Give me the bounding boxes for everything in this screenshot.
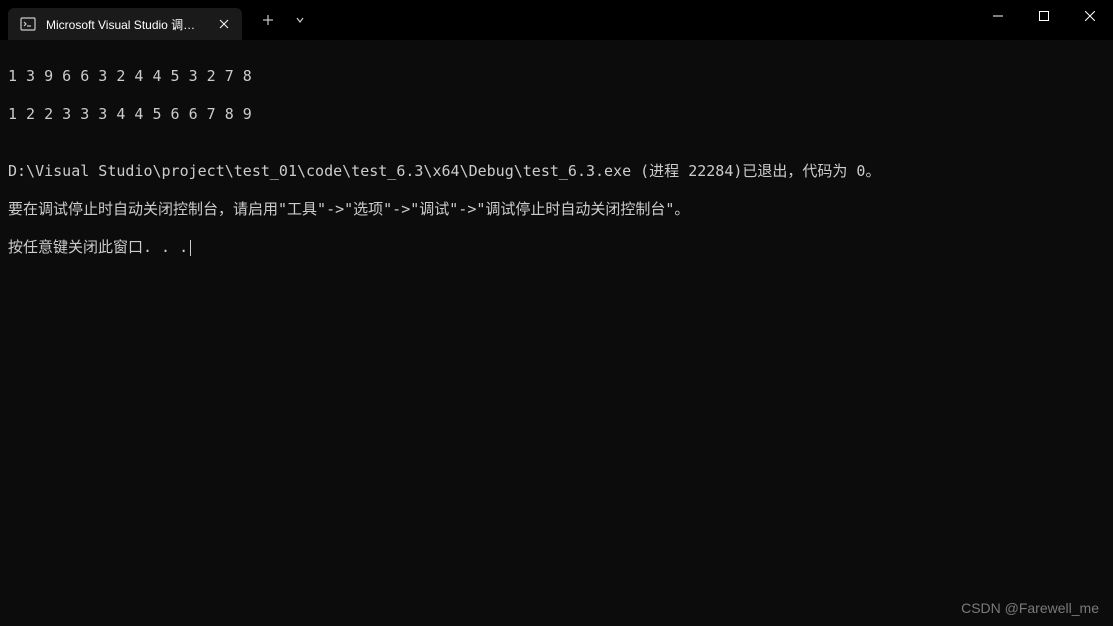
cursor-icon — [190, 240, 191, 256]
window-controls — [975, 0, 1113, 40]
tab-title: Microsoft Visual Studio 调试控 — [46, 16, 206, 33]
terminal-icon — [20, 16, 36, 32]
new-tab-button[interactable] — [254, 6, 282, 34]
exit-message: D:\Visual Studio\project\test_01\code\te… — [8, 162, 1105, 181]
titlebar: Microsoft Visual Studio 调试控 — [0, 0, 1113, 40]
terminal-output[interactable]: 1 3 9 6 6 3 2 4 4 5 3 2 7 8 1 2 2 3 3 3 … — [0, 40, 1113, 284]
minimize-button[interactable] — [975, 0, 1021, 32]
tab-area: Microsoft Visual Studio 调试控 — [0, 0, 314, 40]
active-tab[interactable]: Microsoft Visual Studio 调试控 — [8, 8, 242, 40]
debug-hint: 要在调试停止时自动关闭控制台，请启用"工具"->"选项"->"调试"->"调试停… — [8, 200, 1105, 219]
tab-dropdown-button[interactable] — [286, 6, 314, 34]
press-key-prompt: 按任意键关闭此窗口. . . — [8, 238, 1105, 257]
tab-actions — [254, 6, 314, 34]
output-line: 1 3 9 6 6 3 2 4 4 5 3 2 7 8 — [8, 67, 1105, 86]
close-button[interactable] — [1067, 0, 1113, 32]
maximize-button[interactable] — [1021, 0, 1067, 32]
tab-close-icon[interactable] — [216, 16, 232, 32]
watermark: CSDN @Farewell_me — [961, 600, 1099, 616]
output-line: 1 2 2 3 3 3 4 4 5 6 6 7 8 9 — [8, 105, 1105, 124]
